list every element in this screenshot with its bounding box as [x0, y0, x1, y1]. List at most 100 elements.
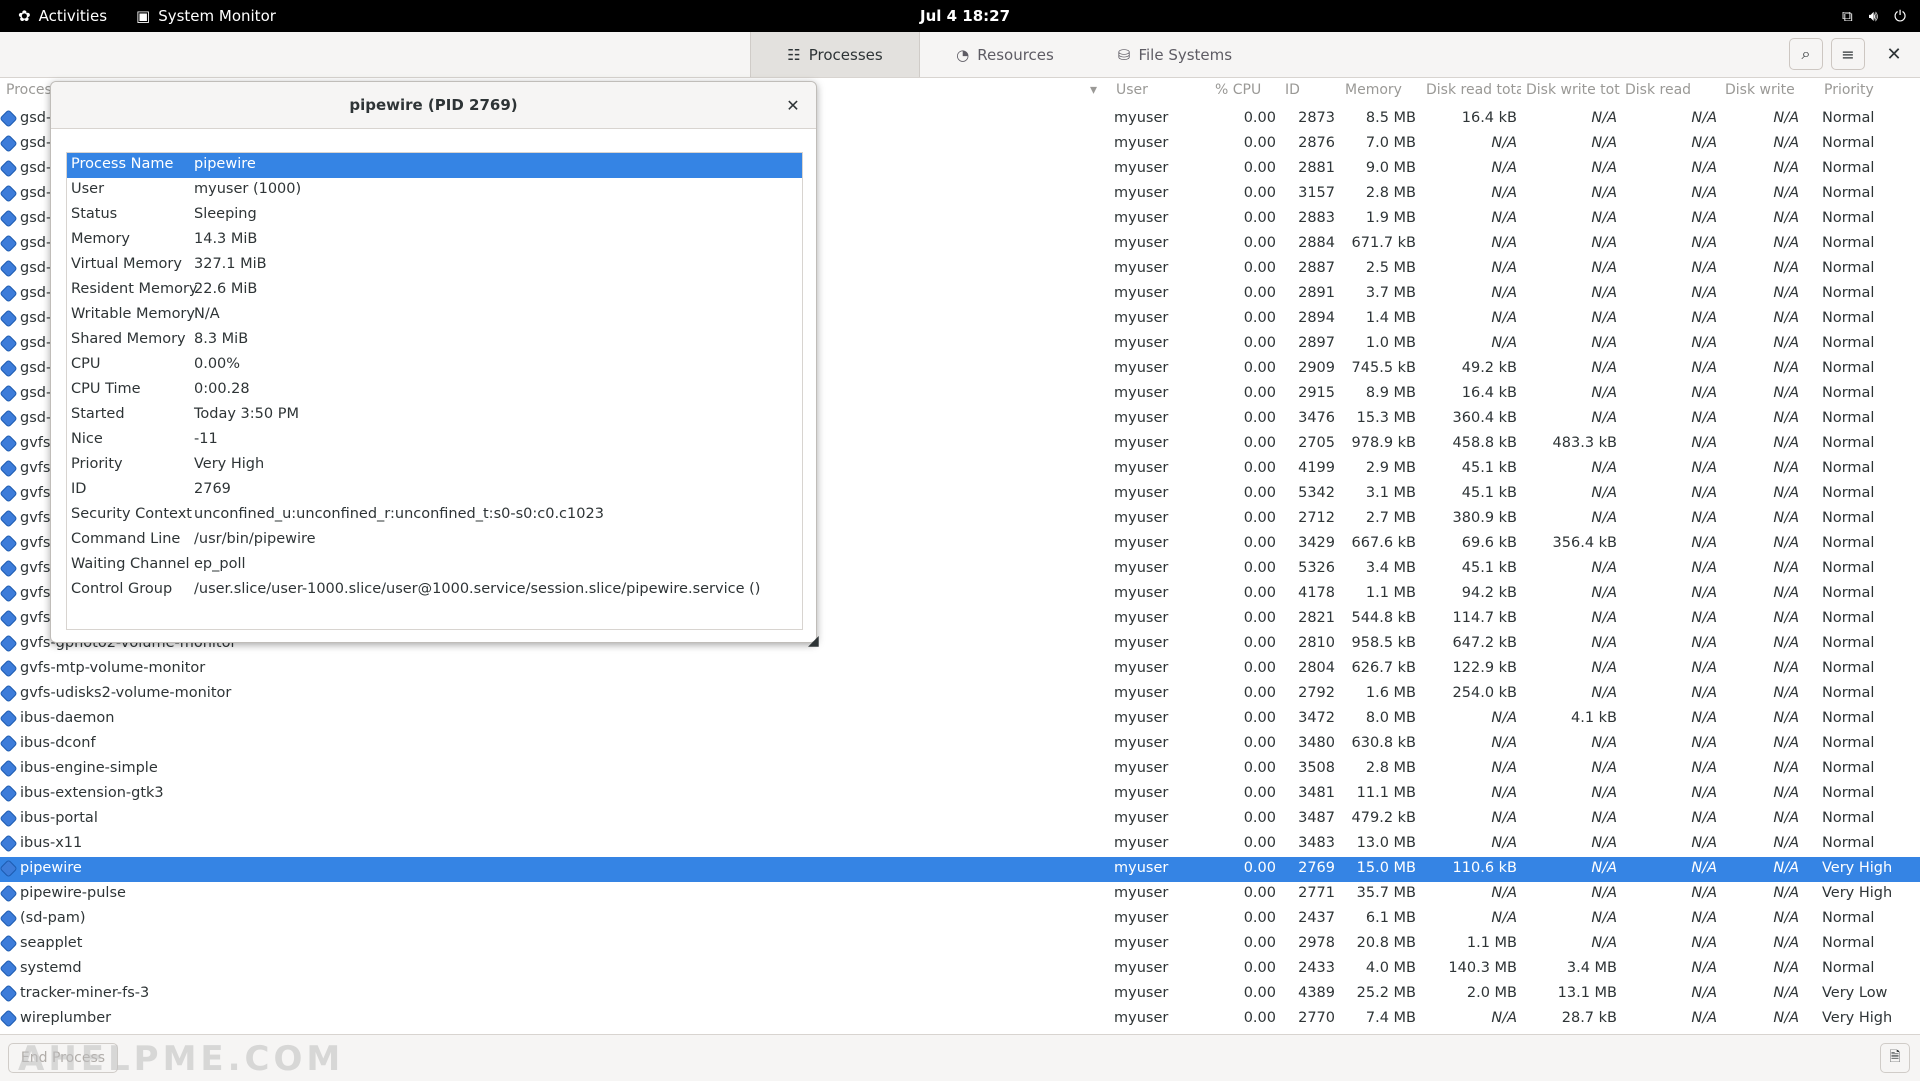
id-cell: 2915: [1298, 385, 1335, 401]
disk-read-cell: N/A: [1691, 685, 1717, 701]
process-name-cell: gsd-: [20, 310, 52, 326]
tab-file-systems[interactable]: ⛁ File Systems: [1090, 32, 1260, 77]
table-row[interactable]: ibus-x11 myuser 0.00 3483 13.0 MB N/A N/A N/A N/…: [0, 832, 1920, 857]
process-name-cell: gsd-: [20, 160, 52, 176]
process-info-button[interactable]: 🗎︎: [1880, 1043, 1910, 1073]
window-close-button[interactable]: ✕: [1878, 38, 1910, 70]
disk-write-cell: N/A: [1773, 310, 1799, 326]
disk-write-total-cell: 4.1 kB: [1570, 710, 1617, 726]
memory-cell: 2.9 MB: [1365, 460, 1416, 476]
col-cpu[interactable]: % CPU: [1215, 82, 1261, 98]
property-row[interactable]: Shared Memory 8.3 MiB: [67, 328, 802, 353]
col-disk-read[interactable]: Disk read: [1625, 82, 1691, 98]
property-row[interactable]: Process Name pipewire: [67, 153, 802, 178]
dialog-close-button[interactable]: ✕: [778, 90, 808, 120]
disk-read-cell: N/A: [1691, 285, 1717, 301]
disk-write-cell: N/A: [1773, 835, 1799, 851]
id-cell: 3481: [1298, 785, 1335, 801]
id-cell: 5326: [1298, 560, 1335, 576]
property-row[interactable]: Status Sleeping: [67, 203, 802, 228]
col-disk-read-total[interactable]: Disk read tota: [1426, 82, 1521, 98]
table-row[interactable]: systemd myuser 0.00 2433 4.0 MB 140.3 MB 3.4 M…: [0, 957, 1920, 982]
property-row[interactable]: CPU 0.00%: [67, 353, 802, 378]
activities-label: Activities: [38, 7, 108, 25]
table-row[interactable]: gvfs-mtp-volume-monitor myuser 0.00 2804 626…: [0, 657, 1920, 682]
col-process-name[interactable]: Proces: [6, 82, 52, 98]
disk-read-cell: N/A: [1691, 160, 1717, 176]
disk-read-cell: N/A: [1691, 360, 1717, 376]
property-row[interactable]: Memory 14.3 MiB: [67, 228, 802, 253]
table-row[interactable]: pipewire myuser 0.00 2769 15.0 MB 110.6 kB N/A…: [0, 857, 1920, 882]
property-row[interactable]: Writable Memory N/A: [67, 303, 802, 328]
disk-write-cell: N/A: [1773, 985, 1799, 1001]
process-icon: [0, 809, 18, 828]
clock[interactable]: Jul 4 18:27: [920, 0, 1010, 32]
property-row[interactable]: Nice -11: [67, 428, 802, 453]
col-disk-write-total[interactable]: Disk write tot: [1526, 82, 1621, 98]
property-row[interactable]: Control Group/user.slice/user-1000.slice…: [67, 578, 802, 603]
property-row[interactable]: ID 2769: [67, 478, 802, 503]
property-row[interactable]: User myuser (1000): [67, 178, 802, 203]
property-row[interactable]: Command Line/usr/bin/pipewire: [67, 528, 802, 553]
table-row[interactable]: tracker-miner-fs-3 myuser 0.00 4389 25.2 MB 2…: [0, 982, 1920, 1007]
col-id[interactable]: ID: [1285, 82, 1300, 98]
id-cell: 2705: [1298, 435, 1335, 451]
table-row[interactable]: ibus-engine-simple myuser 0.00 3508 2.8 MB N/…: [0, 757, 1920, 782]
main-menu-button[interactable]: ≡: [1831, 38, 1865, 70]
disk-read-cell: N/A: [1691, 310, 1717, 326]
watermark: AHELPME.COM: [18, 1039, 345, 1079]
table-row[interactable]: gvfs-udisks2-volume-monitor myuser 0.00 279…: [0, 682, 1920, 707]
user-cell: myuser: [1114, 310, 1169, 326]
table-row[interactable]: pipewire-pulse myuser 0.00 2771 35.7 MB N/A N/…: [0, 882, 1920, 907]
property-row[interactable]: Resident Memory 22.6 MiB: [67, 278, 802, 303]
property-row[interactable]: Virtual Memory 327.1 MiB: [67, 253, 802, 278]
disk-read-cell: N/A: [1691, 710, 1717, 726]
disk-read-total-cell: 2.0 MB: [1466, 985, 1517, 1001]
disk-write-cell: N/A: [1773, 135, 1799, 151]
disk-write-total-cell: N/A: [1591, 360, 1617, 376]
priority-cell: Normal: [1822, 335, 1875, 351]
disk-read-cell: N/A: [1691, 735, 1717, 751]
table-row[interactable]: (sd-pam) myuser 0.00 2437 6.1 MB N/A N/A N/A N/A…: [0, 907, 1920, 932]
system-menu[interactable]: ⧉ 🔊︎ ⏻: [1842, 0, 1906, 32]
tab-resources[interactable]: ◔ Resources: [920, 32, 1090, 77]
user-cell: myuser: [1114, 160, 1169, 176]
memory-cell: 2.7 MB: [1365, 510, 1416, 526]
col-priority[interactable]: Priority: [1824, 82, 1874, 98]
id-cell: 2873: [1298, 110, 1335, 126]
table-row[interactable]: wireplumber myuser 0.00 2770 7.4 MB N/A 28.7 k…: [0, 1007, 1920, 1032]
resize-handle-icon[interactable]: ◢: [808, 633, 822, 649]
disk-read-total-cell: 45.1 kB: [1461, 460, 1517, 476]
property-key: Waiting Channel: [71, 556, 190, 572]
col-user[interactable]: User: [1116, 82, 1148, 98]
property-row[interactable]: CPU Time 0:00.28: [67, 378, 802, 403]
property-row[interactable]: Started Today 3:50 PM: [67, 403, 802, 428]
table-row[interactable]: seapplet myuser 0.00 2978 20.8 MB 1.1 MB N/A N/…: [0, 932, 1920, 957]
search-button[interactable]: ⌕: [1789, 38, 1823, 70]
disk-write-total-cell: 356.4 kB: [1552, 535, 1617, 551]
hamburger-icon: ≡: [1841, 44, 1855, 64]
property-row[interactable]: Waiting Channel ep_poll: [67, 553, 802, 578]
disk-write-cell: N/A: [1773, 685, 1799, 701]
table-row[interactable]: ibus-extension-gtk3 myuser 0.00 3481 11.1 MB…: [0, 782, 1920, 807]
disk-read-total-cell: 380.9 kB: [1452, 510, 1517, 526]
table-row[interactable]: ibus-daemon myuser 0.00 3472 8.0 MB N/A 4.1 kB…: [0, 707, 1920, 732]
col-memory[interactable]: Memory: [1345, 82, 1402, 98]
user-cell: myuser: [1114, 760, 1169, 776]
memory-cell: 745.5 kB: [1351, 360, 1416, 376]
process-icon: [0, 634, 18, 653]
col-disk-write[interactable]: Disk write: [1725, 82, 1795, 98]
app-menu-button[interactable]: ▣ System Monitor: [136, 0, 276, 32]
disk-write-cell: N/A: [1773, 935, 1799, 951]
cpu-cell: 0.00: [1243, 485, 1276, 501]
user-cell: myuser: [1114, 535, 1169, 551]
property-value: 8.3 MiB: [194, 331, 249, 347]
table-row[interactable]: ibus-portal myuser 0.00 3487 479.2 kB N/A N/A N…: [0, 807, 1920, 832]
disk-write-total-cell: N/A: [1591, 860, 1617, 876]
activities-button[interactable]: ✿ Activities: [18, 0, 107, 32]
property-key: User: [71, 181, 105, 197]
table-row[interactable]: ibus-dconf myuser 0.00 3480 630.8 kB N/A N/A N/…: [0, 732, 1920, 757]
property-row[interactable]: Security Context unconfined_u:unconfined_…: [67, 503, 802, 528]
property-row[interactable]: Priority Very High: [67, 453, 802, 478]
tab-processes[interactable]: ☷ Processes: [750, 32, 920, 77]
